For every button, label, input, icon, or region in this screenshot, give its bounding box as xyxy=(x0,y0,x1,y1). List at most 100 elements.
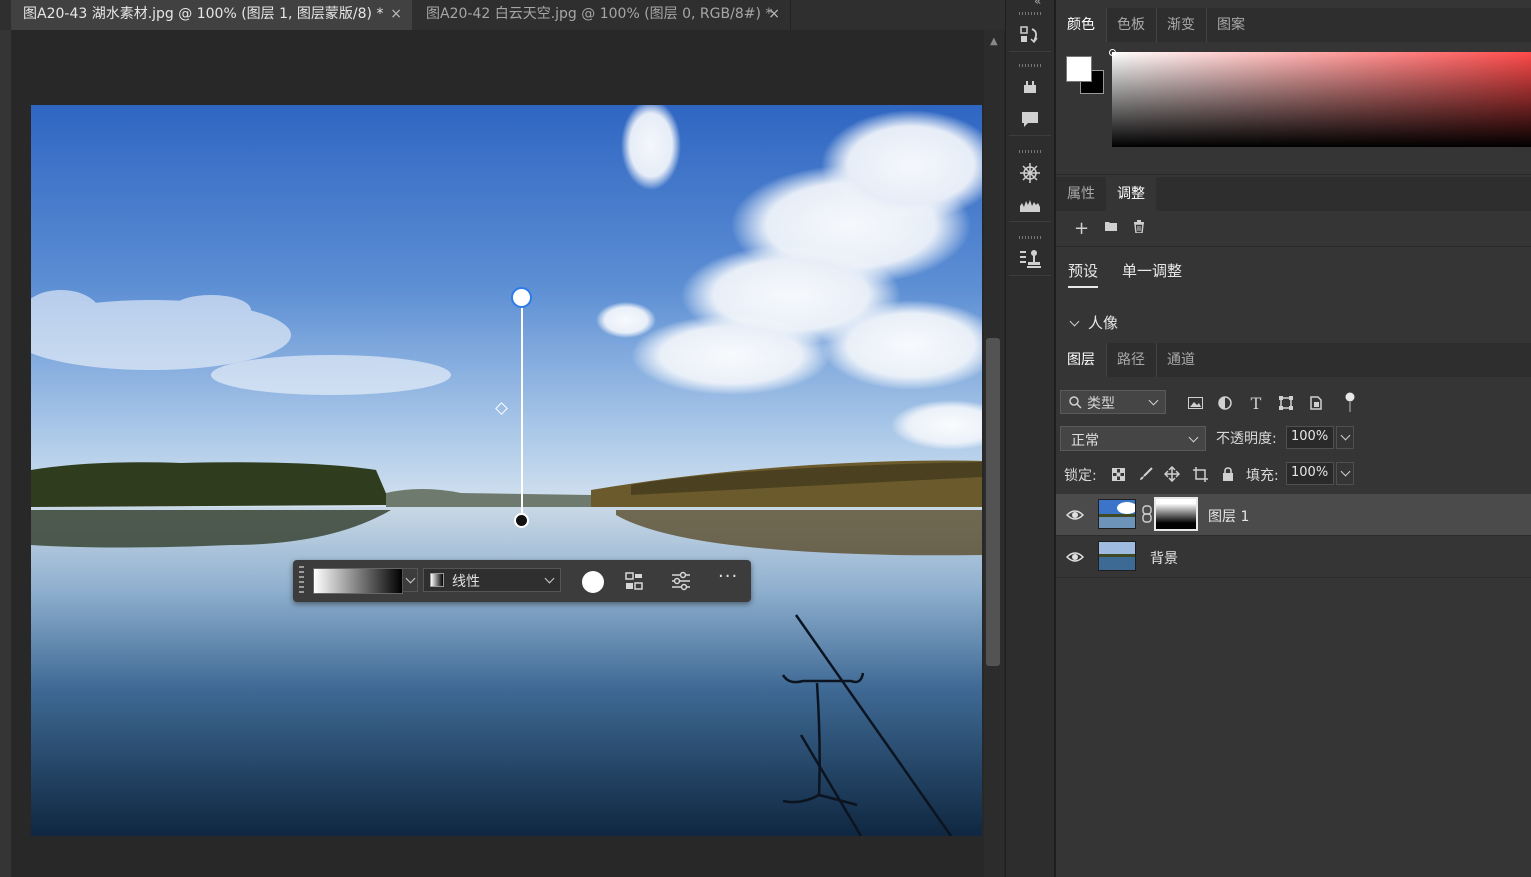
opacity-dropdown[interactable] xyxy=(1336,426,1354,449)
lock-pixels-brush-icon[interactable] xyxy=(1138,466,1154,482)
folder-icon[interactable] xyxy=(1104,220,1118,236)
layer-name[interactable]: 图层 1 xyxy=(1208,506,1249,526)
tab-label: 色板 xyxy=(1117,17,1145,33)
tab-label: 属性 xyxy=(1067,186,1095,202)
document-tab-lake[interactable]: 图A20-43 湖水素材.jpg @ 100% (图层 1, 图层蒙版/8) *… xyxy=(11,0,412,30)
adjustments-panel-tabs: 属性 调整 xyxy=(1056,177,1531,211)
tab-swatches[interactable]: 色板 xyxy=(1106,8,1157,42)
history-icon[interactable] xyxy=(1009,19,1051,51)
compass-icon[interactable] xyxy=(1009,157,1051,189)
tab-label: 渐变 xyxy=(1167,17,1195,33)
layer-row-layer-1[interactable]: 图层 1 xyxy=(1056,494,1531,536)
sliders-icon[interactable] xyxy=(670,571,692,591)
chevron-down-icon xyxy=(1148,395,1159,406)
tab-gradients[interactable]: 渐变 xyxy=(1156,8,1207,42)
document-vertical-scrollbar[interactable]: ▲ xyxy=(984,30,1004,877)
foreground-color-swatch[interactable] xyxy=(1066,56,1092,82)
gradient-type-select[interactable]: 线性 xyxy=(423,568,561,592)
gradient-start-handle[interactable] xyxy=(511,287,532,308)
right-panel-dock: 颜色 色板 渐变 图案 属性 调整 + 预设 单一调整 人像 图层 路径 通道 … xyxy=(1056,0,1531,877)
filter-shape-icon[interactable] xyxy=(1277,394,1295,412)
icon-group-history xyxy=(1009,8,1051,52)
lock-all-icon[interactable] xyxy=(1220,466,1236,482)
layer-filter-select[interactable]: 类型 xyxy=(1060,390,1166,414)
gradient-preview-swatch[interactable] xyxy=(313,568,403,594)
chevron-down-icon xyxy=(1188,432,1199,443)
filter-toggle-icon[interactable] xyxy=(1341,392,1359,412)
layer-row-background[interactable]: 背景 xyxy=(1056,536,1531,578)
icon-group-navigation xyxy=(1009,146,1051,222)
search-icon xyxy=(1069,396,1082,409)
icon-group-plugins xyxy=(1009,60,1051,136)
left-panel-edge xyxy=(0,30,11,877)
group-grip[interactable] xyxy=(1019,64,1041,67)
tab-adjustments[interactable]: 调整 xyxy=(1106,177,1156,211)
comment-icon[interactable] xyxy=(1009,103,1051,135)
lock-transparency-icon[interactable] xyxy=(1110,466,1126,482)
close-tab-icon[interactable]: × xyxy=(768,0,780,28)
layer-mask-thumbnail[interactable] xyxy=(1154,497,1198,531)
tab-paths[interactable]: 路径 xyxy=(1106,343,1157,377)
visibility-eye-icon[interactable] xyxy=(1066,548,1084,566)
tab-properties[interactable]: 属性 xyxy=(1056,177,1107,211)
toolbar-grip-handle[interactable] xyxy=(299,566,304,596)
blend-mode-label: 正常 xyxy=(1071,433,1099,449)
mask-link-icon[interactable] xyxy=(1142,505,1152,523)
gradient-end-handle[interactable] xyxy=(514,513,529,528)
more-options-icon[interactable]: ··· xyxy=(718,566,738,587)
scrollbar-thumb[interactable] xyxy=(986,338,1000,666)
add-adjustment-button[interactable]: + xyxy=(1074,218,1089,239)
tab-layers[interactable]: 图层 xyxy=(1056,343,1107,377)
document-tab-sky[interactable]: 图A20-42 白云天空.jpg @ 100% (图层 0, RGB/8#) *… xyxy=(414,0,791,30)
subtab-single-adjustment[interactable]: 单一调整 xyxy=(1122,260,1182,281)
layer-thumbnail[interactable] xyxy=(1098,499,1136,529)
scroll-up-icon[interactable]: ▲ xyxy=(990,36,998,47)
lock-artboard-icon[interactable] xyxy=(1192,466,1208,482)
preset-group-portrait[interactable]: 人像 xyxy=(1068,312,1118,333)
filter-pixel-icon[interactable] xyxy=(1186,394,1204,412)
visibility-eye-icon[interactable] xyxy=(1066,506,1084,524)
color-picker-cursor[interactable] xyxy=(1109,49,1116,56)
fill-dropdown[interactable] xyxy=(1336,462,1354,485)
lock-position-move-icon[interactable] xyxy=(1164,466,1180,482)
active-subtab-indicator xyxy=(1068,286,1098,288)
fill-input[interactable]: 100% xyxy=(1286,462,1334,485)
layer-name[interactable]: 背景 xyxy=(1150,548,1178,568)
fill-circle-icon[interactable] xyxy=(582,571,604,593)
group-grip[interactable] xyxy=(1019,150,1041,153)
close-tab-icon[interactable]: × xyxy=(390,0,402,28)
fill-label: 填充: xyxy=(1246,468,1279,484)
filter-adjustment-icon[interactable] xyxy=(1216,394,1234,412)
document-tab-bar: 图A20-43 湖水素材.jpg @ 100% (图层 1, 图层蒙版/8) *… xyxy=(0,0,1005,30)
histogram-icon[interactable] xyxy=(1009,189,1051,221)
align-icon[interactable] xyxy=(623,571,645,591)
panel-separator xyxy=(1056,246,1531,247)
group-grip[interactable] xyxy=(1019,236,1041,239)
color-picker-field[interactable] xyxy=(1112,52,1531,147)
collapse-panels-icon[interactable]: « xyxy=(1034,0,1041,8)
opacity-input[interactable]: 100% xyxy=(1286,426,1334,449)
plugin-icon[interactable] xyxy=(1009,71,1051,103)
group-grip[interactable] xyxy=(1019,12,1041,15)
stamp-icon[interactable] xyxy=(1009,243,1051,275)
layer-thumbnail[interactable] xyxy=(1098,541,1136,571)
blend-mode-select[interactable]: 正常 xyxy=(1060,426,1206,451)
tab-label: 图层 xyxy=(1067,352,1095,368)
filter-type-icon[interactable]: T xyxy=(1247,394,1265,413)
chevron-down-icon xyxy=(544,573,555,584)
document-canvas-image[interactable] xyxy=(31,105,982,836)
tab-patterns[interactable]: 图案 xyxy=(1206,8,1256,42)
gradient-preset-dropdown[interactable] xyxy=(402,568,418,592)
filter-smart-object-icon[interactable] xyxy=(1307,394,1325,412)
trash-icon[interactable] xyxy=(1133,220,1145,237)
layers-panel-tabs: 图层 路径 通道 xyxy=(1056,343,1531,377)
color-panel-tabs: 颜色 色板 渐变 图案 xyxy=(1056,8,1531,42)
linear-gradient-icon xyxy=(430,573,444,587)
subtab-presets[interactable]: 预设 xyxy=(1068,260,1098,281)
lock-label: 锁定: xyxy=(1064,468,1097,484)
chevron-down-icon xyxy=(1340,430,1351,441)
tab-channels[interactable]: 通道 xyxy=(1156,343,1206,377)
gradient-contextual-toolbar: 线性 ··· xyxy=(293,560,751,602)
tab-color[interactable]: 颜色 xyxy=(1056,8,1107,42)
preset-group-label: 人像 xyxy=(1088,314,1119,332)
